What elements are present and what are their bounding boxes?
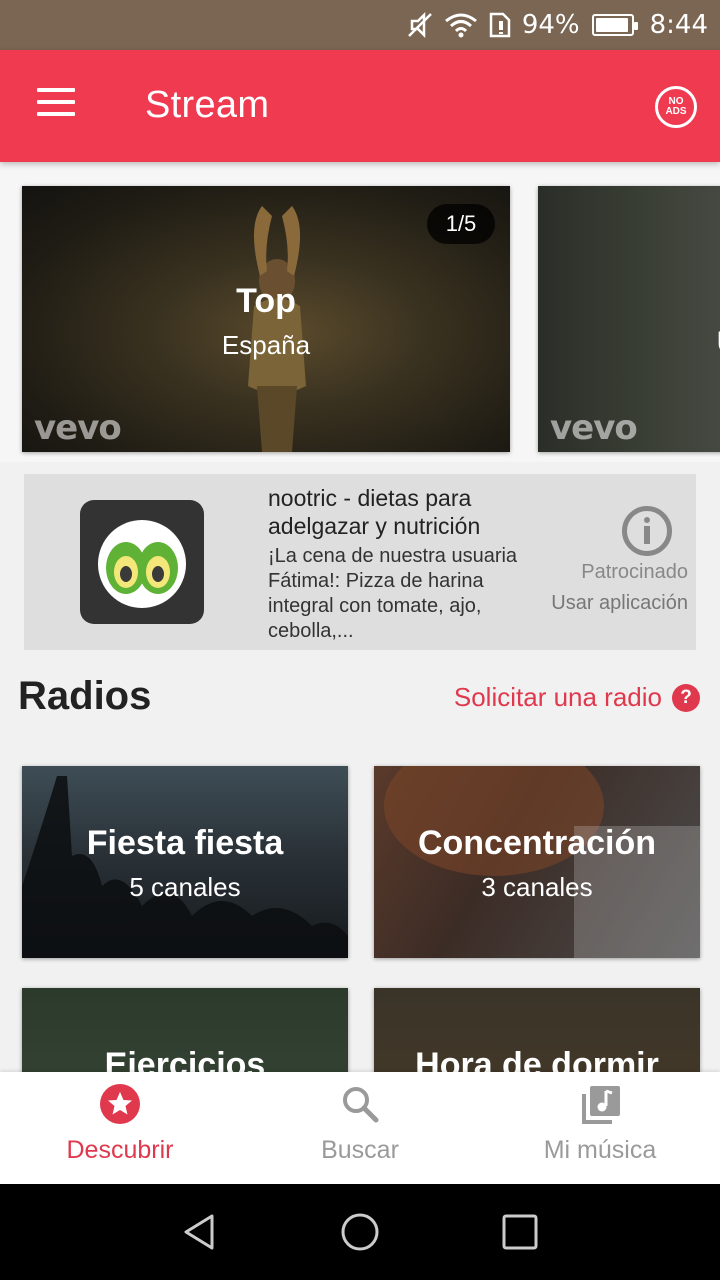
- tab-label: Descubrir: [66, 1136, 174, 1164]
- battery-fill: [595, 18, 628, 32]
- ad-title: nootric - dietas para adelgazar y nutric…: [268, 485, 481, 539]
- featured-title: Top: [236, 282, 296, 320]
- tab-buscar[interactable]: Buscar: [240, 1072, 480, 1184]
- no-ads-button[interactable]: NO ADS: [655, 86, 697, 128]
- home-icon[interactable]: [340, 1212, 380, 1252]
- app-title: Stream: [145, 84, 270, 126]
- battery-percent: 94%: [521, 10, 580, 40]
- vevo-logo: vevo: [550, 408, 638, 448]
- radio-title: Fiesta fiesta: [86, 824, 284, 862]
- status-bar: 94% 8:44: [0, 0, 720, 50]
- status-icons: 94% 8:44: [406, 0, 708, 50]
- menu-icon[interactable]: [30, 88, 82, 128]
- search-icon: [343, 1087, 379, 1123]
- battery-icon: [591, 14, 638, 36]
- system-navigation-bar: [0, 1184, 720, 1280]
- radio-channels: 5 canales: [129, 872, 241, 902]
- wifi-icon: [444, 13, 477, 38]
- ad-description: ¡La cena de nuestra usuaria Fátima!: Piz…: [268, 545, 518, 642]
- featured-title-partial: U: [716, 326, 720, 360]
- featured-card-next[interactable]: U vevo: [538, 186, 720, 452]
- featured-card[interactable]: 1/5 Top España vevo: [22, 186, 510, 452]
- carousel-counter: 1/5: [427, 204, 495, 244]
- mute-icon: [407, 11, 432, 39]
- tab-mi-musica[interactable]: Mi música: [480, 1072, 720, 1184]
- ad-app-icon: [80, 500, 204, 624]
- back-icon[interactable]: [180, 1212, 220, 1252]
- star-icon: [100, 1084, 140, 1124]
- help-icon[interactable]: ?: [672, 684, 700, 712]
- featured-subtitle: España: [221, 330, 311, 360]
- app-bar: Stream NO ADS: [0, 50, 720, 162]
- radio-title: Concentración: [417, 824, 657, 862]
- bottom-navigation: Descubrir Buscar Mi música: [0, 1072, 720, 1184]
- music-library-icon: [582, 1086, 620, 1124]
- section-title-radios: Radios: [18, 674, 152, 718]
- tab-descubrir[interactable]: Descubrir: [0, 1072, 240, 1184]
- info-icon[interactable]: [622, 506, 672, 556]
- radio-channels: 3 canales: [481, 872, 593, 902]
- tab-label: Mi música: [543, 1136, 657, 1164]
- tab-label: Buscar: [321, 1136, 399, 1164]
- sim-icon: [489, 12, 511, 38]
- ad-use-app-link[interactable]: Usar aplicación: [551, 592, 688, 615]
- request-radio-link[interactable]: Solicitar una radio: [454, 682, 662, 713]
- recents-icon[interactable]: [500, 1212, 540, 1252]
- clock: 8:44: [649, 10, 708, 40]
- featured-carousel[interactable]: 1/5 Top España vevo U vevo: [0, 162, 720, 462]
- vevo-logo: vevo: [34, 408, 122, 448]
- no-ads-label-bottom: ADS: [665, 106, 687, 117]
- sponsored-ad[interactable]: nootric - dietas para adelgazar y nutric…: [24, 474, 696, 650]
- ad-sponsored-label: Patrocinado: [581, 561, 688, 583]
- radio-card-concentracion[interactable]: Concentración 3 canales: [374, 766, 700, 958]
- avocado-logo: [98, 520, 186, 608]
- radio-card-fiesta[interactable]: Fiesta fiesta 5 canales: [22, 766, 348, 958]
